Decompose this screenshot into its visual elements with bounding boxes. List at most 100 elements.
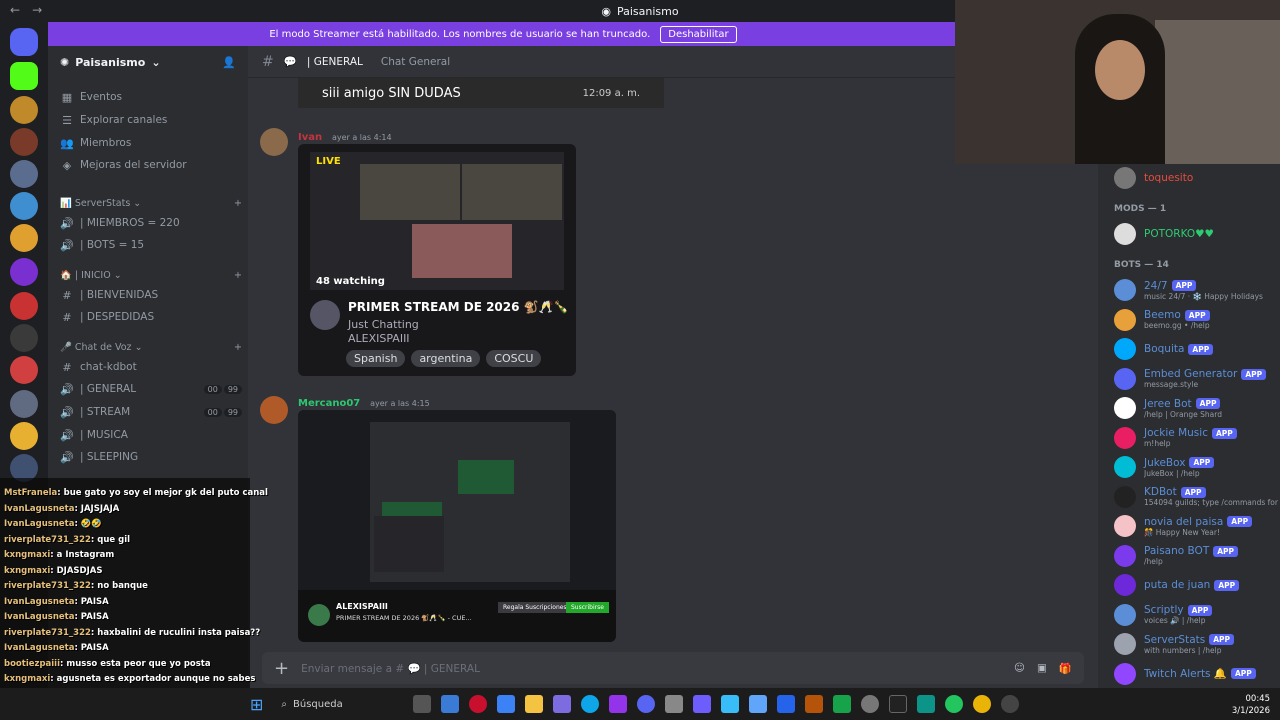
sidebar-item-members[interactable]: 👥 Miembros [56, 132, 242, 154]
app-icon[interactable] [665, 695, 684, 713]
add-channel-icon[interactable]: + [234, 342, 242, 353]
channel-sleeping-voice[interactable]: 🔊 | SLEEPING [56, 446, 242, 468]
home-discord-icon[interactable] [10, 28, 38, 56]
taskbar-search[interactable]: ⌕ Búsqueda [273, 692, 403, 716]
chrome-icon[interactable] [945, 695, 964, 713]
windows-start-icon[interactable]: ⊞ [250, 695, 263, 714]
gif-icon[interactable]: ▣ [1037, 662, 1047, 675]
emoji-icon[interactable]: ☺ [1014, 662, 1025, 675]
member-item[interactable]: 24/7 APP music 24/7 · ❄️ Happy Holidays [1114, 276, 1280, 304]
message-author[interactable]: Ivan [298, 132, 322, 143]
server-icon[interactable] [10, 422, 38, 450]
store-icon[interactable] [497, 695, 516, 713]
category-inicio[interactable]: 🏠 | INICIO ⌄ + [56, 270, 242, 281]
member-item[interactable]: KDBot APP 154094 guilds; type /commands fo… [1114, 483, 1280, 511]
stream-title[interactable]: PRIMER STREAM DE 2026 🐒🥂🍾 - C [348, 300, 570, 314]
server-icon[interactable] [10, 324, 38, 352]
terminal-icon[interactable] [889, 695, 908, 713]
edge-icon[interactable] [581, 695, 600, 713]
app-icon[interactable] [777, 695, 796, 713]
folder-icon[interactable] [525, 695, 544, 713]
task-view-icon[interactable] [413, 695, 432, 713]
app-icon[interactable] [693, 695, 712, 713]
server-icon[interactable] [10, 96, 38, 124]
member-item[interactable]: Jeree Bot APP/help | Orange Shard [1114, 394, 1280, 422]
stream-thumbnail[interactable]: LIVE 48 watching [310, 152, 564, 290]
server-icon[interactable] [10, 390, 38, 418]
member-item[interactable]: Scriptly APP voices 🔊 | /help [1114, 601, 1280, 629]
category-chat-de-voz[interactable]: 🎤 Chat de Voz ⌄ + [56, 342, 242, 353]
message-input[interactable]: Enviar mensaje a # 💬 | GENERAL [301, 662, 480, 675]
disable-streamer-button[interactable]: Deshabilitar [660, 25, 737, 43]
server-header[interactable]: ✺ Paisanismo ⌄ 👤 [48, 46, 248, 78]
category-serverstats[interactable]: 📊 ServerStats ⌄ + [56, 198, 242, 209]
forward-arrow-icon[interactable]: → [32, 3, 42, 17]
server-icon[interactable] [10, 160, 38, 188]
opera-icon[interactable] [469, 695, 488, 713]
member-item[interactable]: Paisano BOT APP/help [1114, 542, 1280, 570]
app-icon[interactable] [917, 695, 936, 713]
app-icon[interactable] [805, 695, 824, 713]
server-icon[interactable] [10, 192, 38, 220]
server-icon[interactable] [10, 356, 38, 384]
server-icon[interactable] [10, 128, 38, 156]
chrome-icon[interactable] [973, 695, 992, 713]
pen-icon[interactable] [553, 695, 572, 713]
member-item[interactable]: Beemo APP beemo.gg • /help [1114, 306, 1280, 334]
member-item[interactable]: toquesito [1114, 164, 1280, 192]
channel-label: | DESPEDIDAS [80, 311, 155, 323]
system-clock[interactable]: 00:45 3/1/2026 [1232, 693, 1270, 717]
message-author[interactable]: Mercano07 [298, 398, 360, 409]
screenshot-attachment[interactable]: ALEXISPAIII PRIMER STREAM DE 2026 🐒🥂🍾 - … [298, 410, 616, 642]
channel-bienvenidas[interactable]: # | BIENVENIDAS [56, 284, 242, 306]
message-composer[interactable]: + Enviar mensaje a # 💬 | GENERAL ☺ ▣ 🎁 [262, 652, 1084, 684]
message-image-snippet[interactable]: siii amigo SIN DUDAS 12:09 a. m. [298, 78, 664, 108]
member-item[interactable]: Boquita APP [1114, 335, 1280, 363]
channel-members-count[interactable]: 🔊 | MIEMBROS = 220 [56, 212, 242, 234]
invite-icon[interactable]: 👤 [222, 56, 236, 69]
add-channel-icon[interactable]: + [234, 198, 242, 209]
sidebar-item-events[interactable]: ▦ Eventos [56, 86, 242, 108]
notepad-icon[interactable] [749, 695, 768, 713]
member-item[interactable]: novia del paisa APP 🎊 Happy New Year! [1114, 512, 1280, 540]
member-item[interactable]: ServerStats APP with numbers | /help [1114, 630, 1280, 658]
channel-general-voice[interactable]: 🔊 | GENERAL 00 99 [56, 378, 242, 400]
app-icon[interactable] [721, 695, 740, 713]
chat-username: kxngmaxi [4, 550, 51, 560]
gift-icon[interactable]: 🎁 [1059, 662, 1072, 675]
discord-icon[interactable] [637, 695, 656, 713]
sidebar-item-boosts[interactable]: ◈ Mejoras del servidor [56, 154, 242, 176]
add-attachment-icon[interactable]: + [274, 658, 289, 679]
member-item[interactable]: JukeBox APP JukeBox | /help [1114, 453, 1280, 481]
channel-stream-voice[interactable]: 🔊 | STREAM 00 99 [56, 401, 242, 423]
member-item[interactable]: Embed Generator APP message.style [1114, 365, 1280, 393]
member-item[interactable]: puta de juan APP [1114, 571, 1280, 599]
chat-message: : a Instagram [50, 550, 115, 560]
stream-embed[interactable]: LIVE 48 watching PRIMER STREAM DE 2026 🐒… [298, 144, 576, 376]
server-icon[interactable] [10, 258, 38, 286]
channel-musica-voice[interactable]: 🔊 | MUSICA [56, 424, 242, 446]
add-channel-icon[interactable]: + [234, 270, 242, 281]
tag[interactable]: COSCU [486, 350, 542, 367]
server-icon[interactable] [10, 292, 38, 320]
app-icon[interactable] [833, 695, 852, 713]
tag[interactable]: Spanish [346, 350, 406, 367]
avatar[interactable] [260, 396, 288, 424]
channel-despedidas[interactable]: # | DESPEDIDAS [56, 306, 242, 328]
app-icon[interactable] [1001, 695, 1020, 713]
back-arrow-icon[interactable]: ← [10, 3, 20, 17]
member-item[interactable]: Jockie Music APP m!help [1114, 424, 1280, 452]
copilot-icon[interactable] [441, 695, 460, 713]
chat-message: : 🤣🤣 [74, 519, 102, 529]
avatar[interactable] [260, 128, 288, 156]
tag[interactable]: argentina [411, 350, 481, 367]
member-item[interactable]: POTORKO♥♥ [1114, 220, 1280, 248]
channel-chat-kdbot[interactable]: # chat-kdbot [56, 356, 242, 378]
member-item[interactable]: Twitch Alerts 🔔 APP [1114, 660, 1280, 688]
server-icon[interactable] [10, 224, 38, 252]
server-icon[interactable] [10, 62, 38, 90]
settings-icon[interactable] [861, 695, 880, 713]
vpn-icon[interactable] [609, 695, 628, 713]
channel-bots-count[interactable]: 🔊 | BOTS = 15 [56, 234, 242, 256]
sidebar-item-browse[interactable]: ☰ Explorar canales [56, 109, 242, 131]
